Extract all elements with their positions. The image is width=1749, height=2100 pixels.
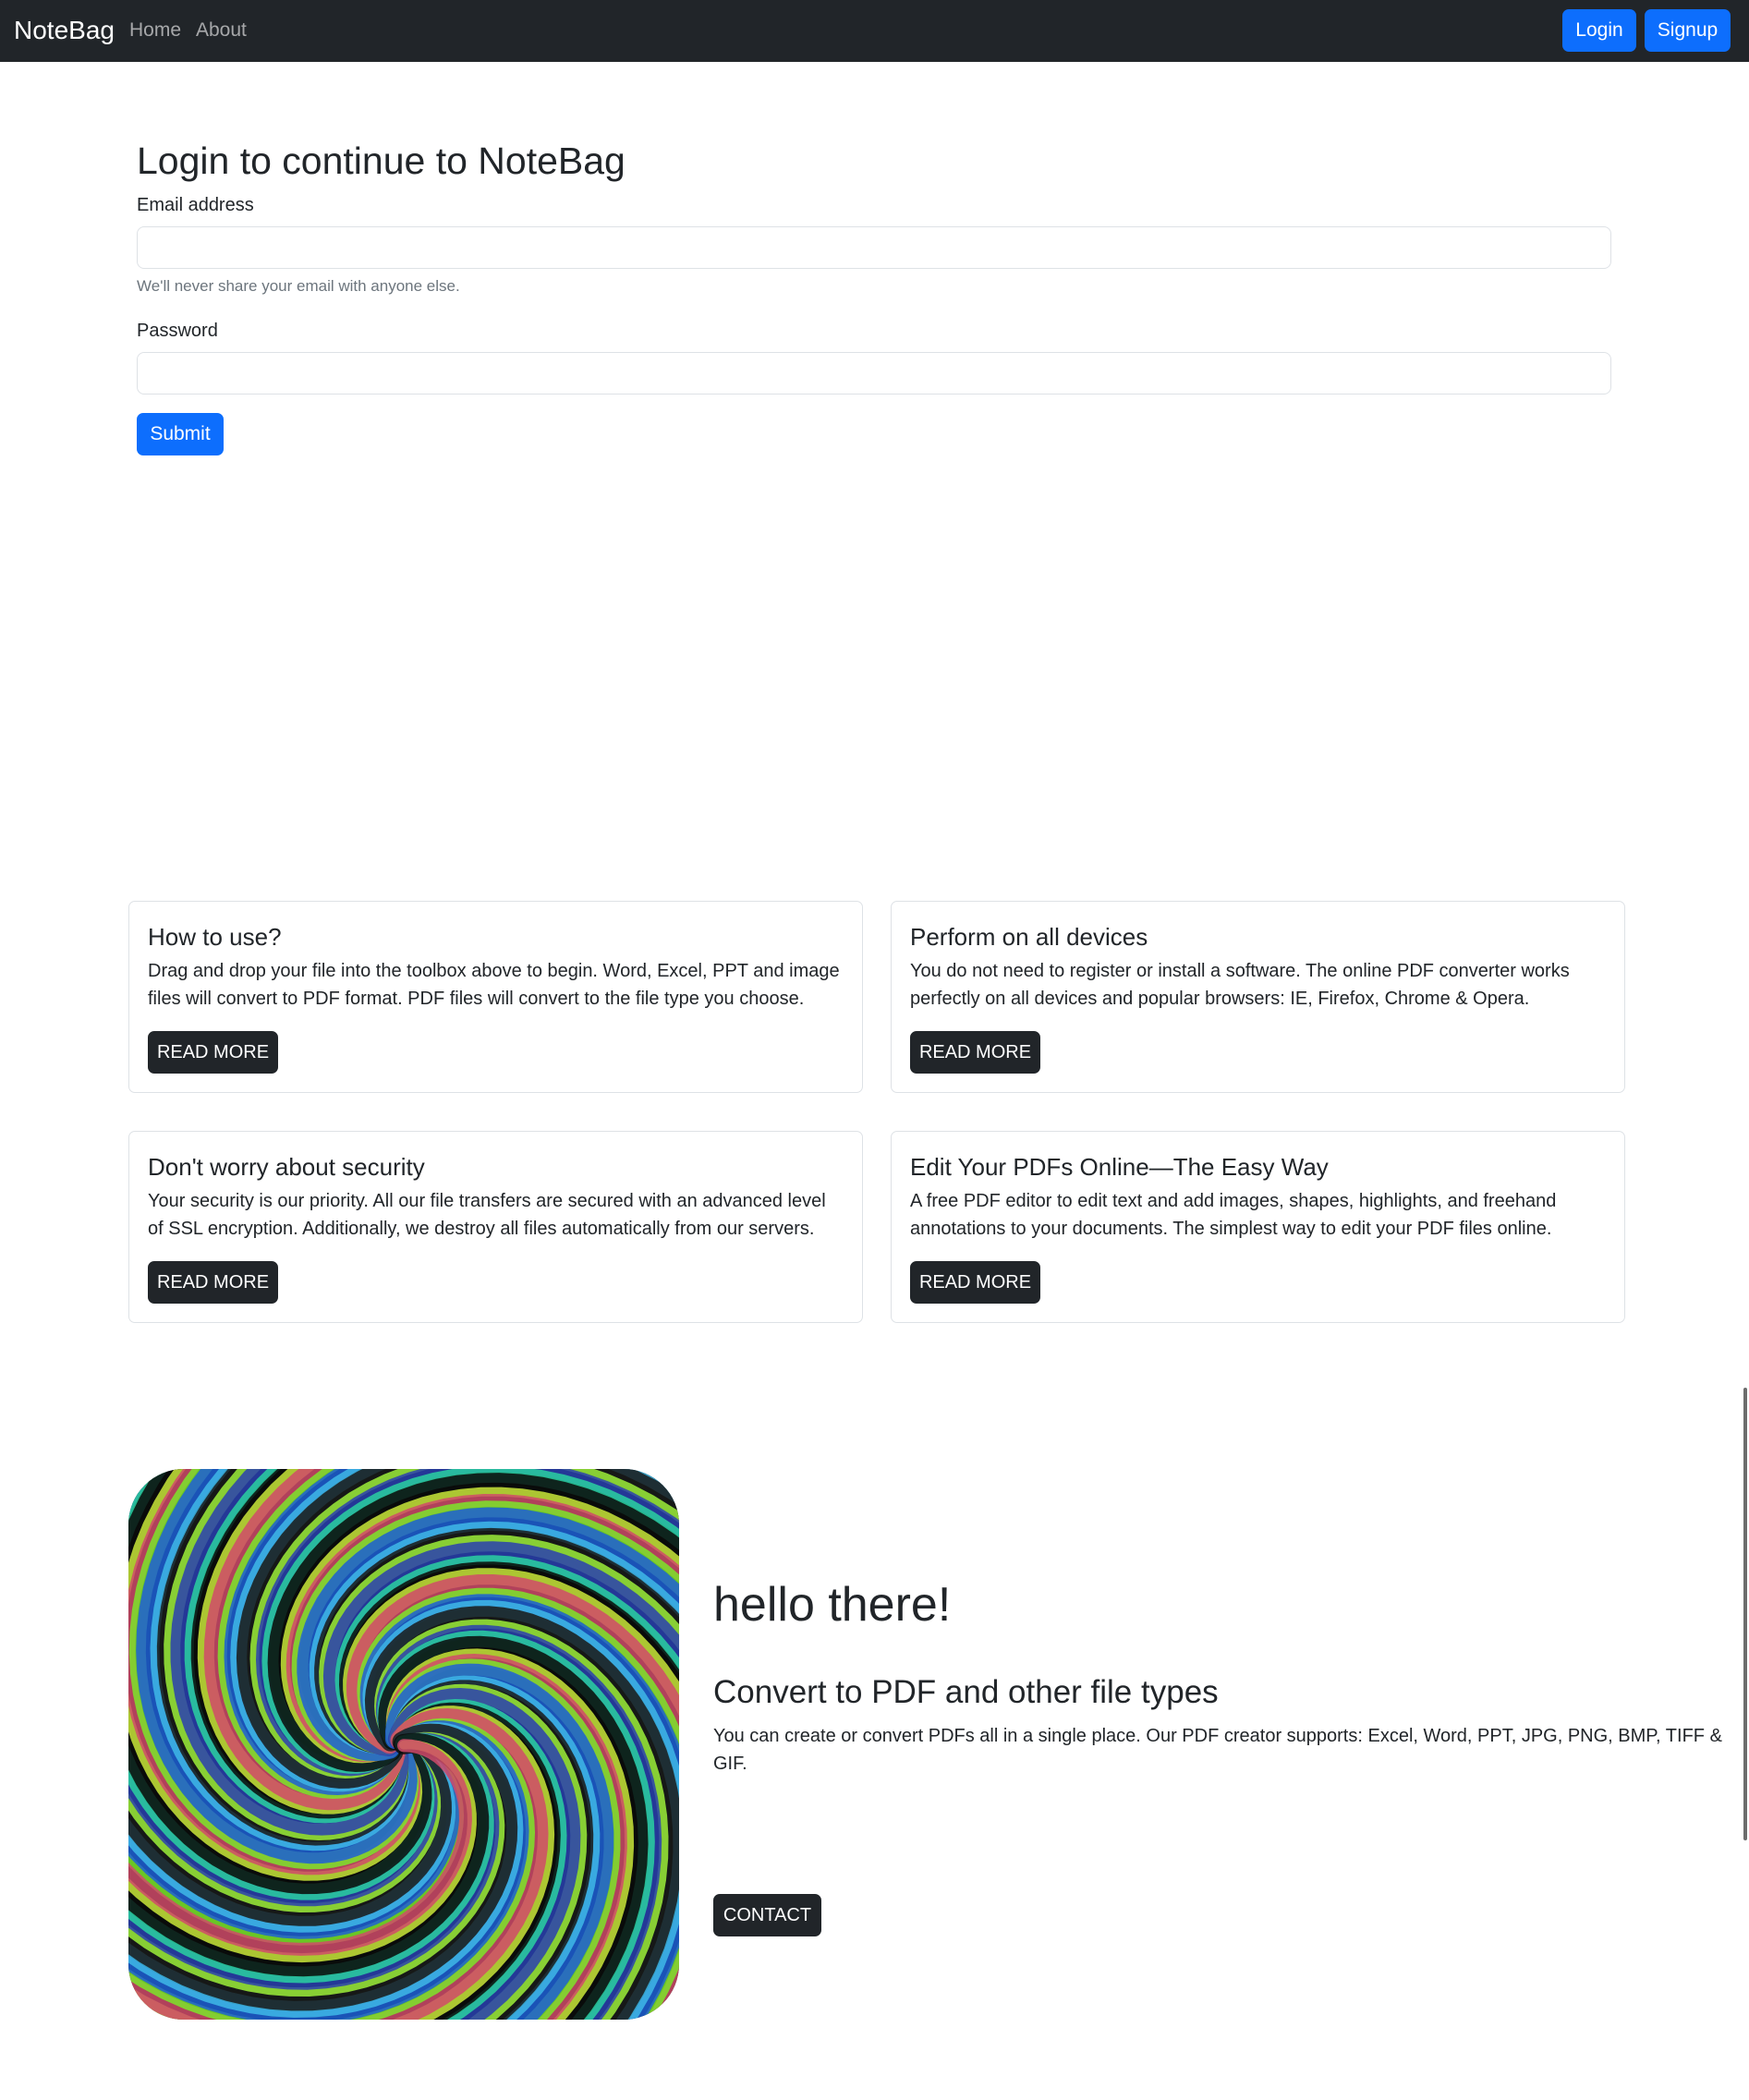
card-how-to-use: How to use? Drag and drop your file into… (128, 901, 863, 1093)
card-text: A free PDF editor to edit text and add i… (910, 1191, 1557, 1239)
read-more-button[interactable]: READ MORE (910, 1031, 1040, 1074)
signup-button[interactable]: Signup (1645, 9, 1731, 52)
card-title: How to use? (148, 923, 282, 951)
card-text: You do not need to register or install a… (910, 961, 1570, 1009)
page-title: Login to continue to NoteBag (137, 140, 626, 182)
card-security: Don't worry about security Your security… (128, 1131, 863, 1323)
submit-button[interactable]: Submit (137, 413, 224, 455)
card-title: Perform on all devices (910, 923, 1148, 951)
nav-link-home[interactable]: Home (129, 18, 181, 42)
read-more-button[interactable]: READ MORE (910, 1261, 1040, 1304)
contact-button[interactable]: CONTACT (713, 1894, 821, 1936)
password-field[interactable] (137, 352, 1611, 395)
hero-text: You can create or convert PDFs all in a … (713, 1726, 1722, 1774)
brand-logo[interactable]: NoteBag (14, 15, 115, 46)
hero-subheading: Convert to PDF and other file types (713, 1674, 1219, 1710)
card-title: Edit Your PDFs Online—The Easy Way (910, 1153, 1329, 1181)
card-title: Don't worry about security (148, 1153, 425, 1181)
card-text: Drag and drop your file into the toolbox… (148, 961, 840, 1009)
card-edit-pdfs: Edit Your PDFs Online—The Easy Way A fre… (891, 1131, 1625, 1323)
email-help-text: We'll never share your email with anyone… (137, 277, 460, 295)
card-all-devices: Perform on all devices You do not need t… (891, 901, 1625, 1093)
password-label: Password (137, 321, 218, 341)
email-label: Email address (137, 195, 254, 215)
hero-heading: hello there! (713, 1578, 952, 1632)
swirl-image (128, 1469, 679, 2020)
email-field[interactable] (137, 226, 1611, 269)
read-more-button[interactable]: READ MORE (148, 1031, 278, 1074)
nav-link-about[interactable]: About (196, 18, 247, 42)
read-more-button[interactable]: READ MORE (148, 1261, 278, 1304)
login-button[interactable]: Login (1562, 9, 1636, 52)
navbar: NoteBag Home About Login Signup (0, 0, 1749, 62)
scrollbar[interactable] (1743, 1388, 1747, 1840)
card-text: Your security is our priority. All our f… (148, 1191, 826, 1239)
